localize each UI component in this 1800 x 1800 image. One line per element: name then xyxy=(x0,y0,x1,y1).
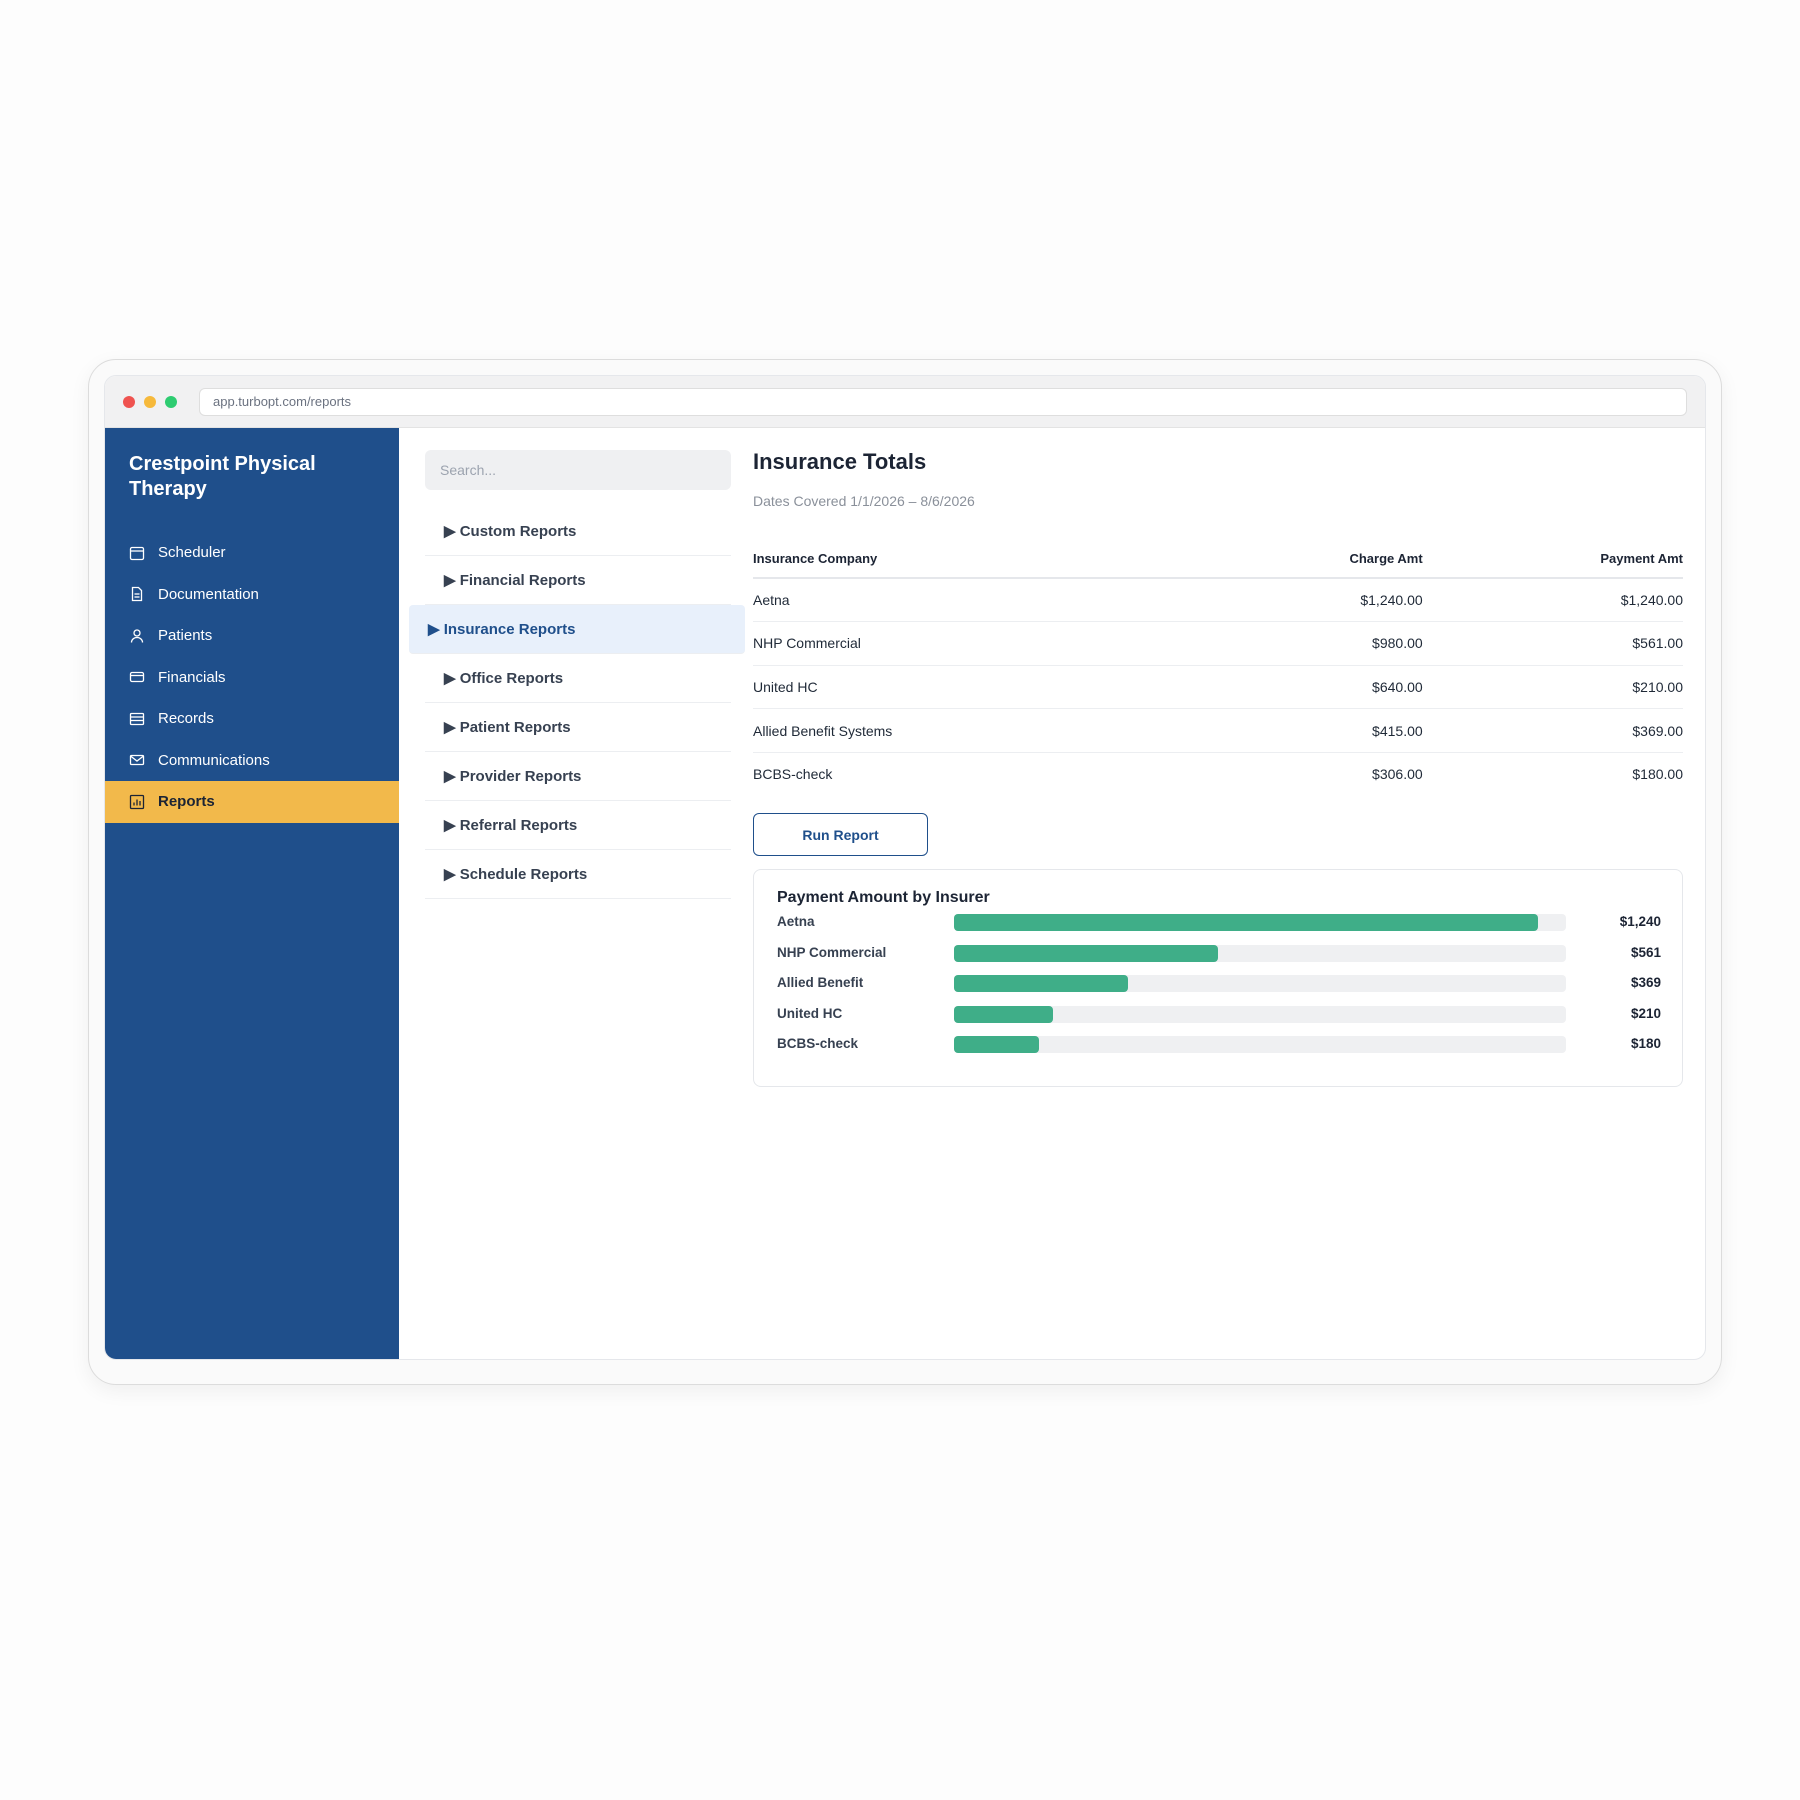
chart-bar-track xyxy=(954,975,1566,992)
sidebar-item-patients[interactable]: Patients xyxy=(105,615,399,657)
column-header-charge-amt[interactable]: Charge Amt xyxy=(1191,540,1423,579)
maximize-window-dot[interactable] xyxy=(165,396,177,408)
table-row[interactable]: Aetna $1,240.00 $1,240.00 xyxy=(753,578,1683,623)
sidebar-item-label: Patients xyxy=(158,627,213,645)
category-referral-reports[interactable]: ▶ Referral Reports xyxy=(425,801,731,850)
sidebar-item-label: Communications xyxy=(158,751,270,769)
payment-amt-cell: $210.00 xyxy=(1422,665,1683,710)
chart-category-label: NHP Commercial xyxy=(777,944,887,960)
table-header-row: Insurance Company Charge Amt Payment Amt xyxy=(753,540,1683,579)
credit-card-icon xyxy=(129,669,145,685)
chart-bar xyxy=(954,1005,1053,1023)
search-input[interactable] xyxy=(425,450,731,490)
sidebar-nav: Scheduler Documentation Patients Financi… xyxy=(105,532,399,823)
report-categories-panel: ▶ Custom Reports ▶ Financial Reports ▶ I… xyxy=(399,428,749,1359)
dates-covered: Dates Covered 1/1/2026 – 8/6/2026 xyxy=(753,493,975,509)
chart-bar xyxy=(954,1036,1039,1053)
chart-bar-track xyxy=(954,1005,1566,1023)
sidebar-item-label: Documentation xyxy=(158,585,259,603)
payment-amt-cell: $1,240.00 xyxy=(1422,578,1683,623)
insurance-company-cell: BCBS-check xyxy=(753,766,833,783)
chart-bar-track xyxy=(954,944,1566,962)
sidebar-item-label: Scheduler xyxy=(158,544,226,562)
charge-amt-cell: $415.00 xyxy=(1191,708,1423,753)
sidebar-item-label: Records xyxy=(158,710,214,728)
column-header-payment-amt[interactable]: Payment Amt xyxy=(1422,540,1683,579)
sidebar-item-label: Financials xyxy=(158,668,226,686)
minimize-window-dot[interactable] xyxy=(144,396,156,408)
category-provider-reports[interactable]: ▶ Provider Reports xyxy=(425,752,731,801)
mail-icon xyxy=(129,752,145,768)
chart-category-label: United HC xyxy=(777,1005,843,1021)
chart-title: Payment Amount by Insurer xyxy=(777,889,990,906)
insurance-company-cell: United HC xyxy=(753,665,1192,710)
brand-name: Crestpoint Physical Therapy xyxy=(129,453,316,500)
payment-amt-cell: $369.00 xyxy=(1422,708,1683,753)
chart-bar-row: BCBS-check $180 xyxy=(777,1035,1661,1053)
records-icon xyxy=(129,711,145,727)
report-content: Insurance Totals Dates Covered 1/1/2026 … xyxy=(753,428,1683,1359)
category-schedule-reports[interactable]: ▶ Schedule Reports xyxy=(425,850,731,899)
chart-bar-row: United HC $210 xyxy=(777,1005,1661,1023)
browser-chrome: app.turbopt.com/reports xyxy=(105,376,1705,428)
table-row[interactable]: United HC $640.00 $210.00 xyxy=(753,665,1683,710)
chart-bar xyxy=(954,914,1538,931)
address-bar[interactable]: app.turbopt.com/reports xyxy=(199,388,1687,416)
person-icon xyxy=(129,628,145,644)
chart-value-label: $1,240 xyxy=(1619,914,1661,929)
insurance-company-cell: Allied Benefit Systems xyxy=(753,708,1192,753)
charge-amt-cell: $980.00 xyxy=(1191,621,1423,666)
sidebar-item-documentation[interactable]: Documentation xyxy=(105,574,399,616)
sidebar-item-financials[interactable]: Financials xyxy=(105,657,399,699)
charge-amt-cell: $1,240.00 xyxy=(1191,578,1423,623)
category-insurance-reports[interactable]: ▶ Insurance Reports xyxy=(409,605,745,654)
chart-bar xyxy=(954,944,1219,962)
chart-bar-track xyxy=(954,914,1566,931)
browser-window: app.turbopt.com/reports Crestpoint Physi… xyxy=(104,375,1706,1360)
column-header-insurance-company[interactable]: Insurance Company xyxy=(753,540,1192,579)
table-row[interactable]: NHP Commercial $980.00 $561.00 xyxy=(753,621,1683,666)
category-office-reports[interactable]: ▶ Office Reports xyxy=(425,654,731,703)
charge-amt-cell: $306.00 xyxy=(1372,766,1423,783)
chart-category-label: BCBS-check xyxy=(777,1036,859,1051)
category-custom-reports[interactable]: ▶ Custom Reports xyxy=(425,507,731,556)
chart-icon xyxy=(129,794,145,810)
category-patient-reports[interactable]: ▶ Patient Reports xyxy=(425,703,731,752)
insurance-company-cell: NHP Commercial xyxy=(753,621,1192,666)
charge-amt-cell: $640.00 xyxy=(1191,665,1423,710)
chart-bar-track xyxy=(954,1036,1566,1053)
payment-amt-cell: $561.00 xyxy=(1422,621,1683,666)
chart-bar-row: Aetna $1,240 xyxy=(777,913,1661,931)
category-financial-reports[interactable]: ▶ Financial Reports xyxy=(425,556,731,605)
table-row[interactable]: Allied Benefit Systems $415.00 $369.00 xyxy=(753,708,1683,753)
chart-category-label: Aetna xyxy=(777,914,815,929)
payment-amt-cell: $180.00 xyxy=(1632,766,1683,783)
chart-value-label: $561 xyxy=(1630,944,1661,960)
insurance-totals-table: Insurance Company Charge Amt Payment Amt… xyxy=(753,540,1683,796)
page-title: Insurance Totals xyxy=(753,449,927,474)
run-report-button[interactable]: Run Report xyxy=(753,813,928,856)
close-window-dot[interactable] xyxy=(123,396,135,408)
chart-value-label: $180 xyxy=(1630,1036,1661,1051)
chart-value-label: $210 xyxy=(1630,1005,1661,1021)
sidebar-item-scheduler[interactable]: Scheduler xyxy=(105,532,399,574)
payment-chart-card: Payment Amount by Insurer Aetna $1,240 NHP… xyxy=(753,869,1683,1087)
calendar-icon xyxy=(129,545,145,561)
table-row[interactable]: BCBS-check $306.00 $180.00 xyxy=(753,752,1683,796)
chart-value-label: $369 xyxy=(1630,975,1661,990)
document-icon xyxy=(129,586,145,602)
sidebar-item-records[interactable]: Records xyxy=(105,698,399,740)
sidebar-item-communications[interactable]: Communications xyxy=(105,740,399,782)
sidebar-item-reports[interactable]: Reports xyxy=(105,781,399,823)
sidebar-item-label: Reports xyxy=(158,793,215,811)
insurance-company-cell: Aetna xyxy=(753,578,1192,623)
chart-bar xyxy=(954,975,1128,992)
chart-bar-row: NHP Commercial $561 xyxy=(777,944,1661,962)
chart-category-label: Allied Benefit xyxy=(777,975,864,990)
chart-bar-row: Allied Benefit $369 xyxy=(777,974,1661,992)
report-category-list: ▶ Custom Reports ▶ Financial Reports ▶ I… xyxy=(409,507,745,899)
sidebar: Crestpoint Physical Therapy Scheduler Do… xyxy=(105,428,399,1359)
